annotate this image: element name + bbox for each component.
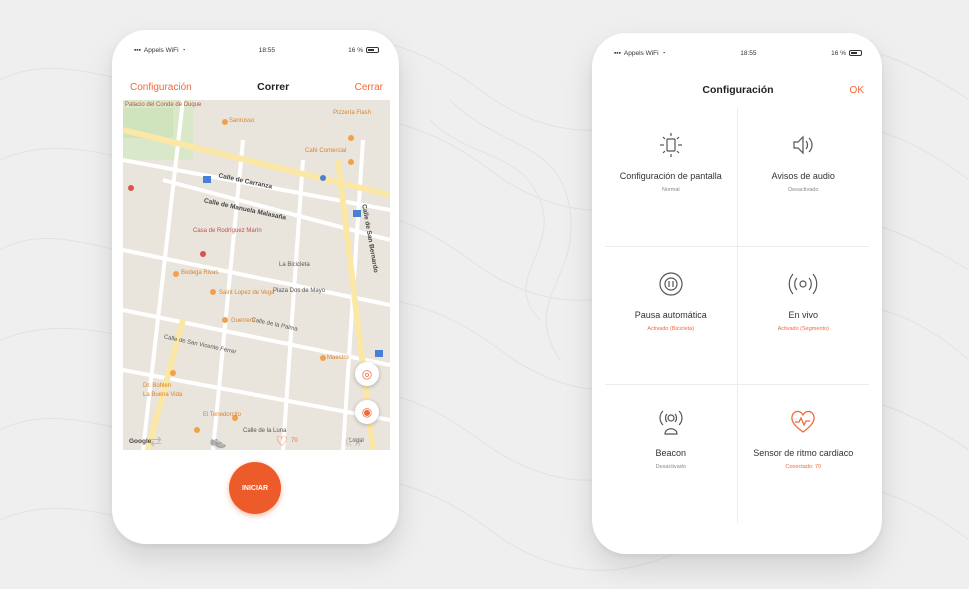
status-bar: ▪▪▪ Appels WiFi ◔ 18:55 16 % bbox=[592, 33, 882, 63]
ok-button[interactable]: OK bbox=[850, 85, 864, 96]
close-link[interactable]: Cerrar bbox=[355, 82, 383, 93]
carrier-label: Appels WiFi bbox=[623, 49, 659, 57]
battery-percent: 16 % bbox=[831, 49, 846, 57]
heart-rate-value: 70 bbox=[291, 438, 298, 444]
speaker-icon bbox=[790, 132, 816, 158]
map-poi-label: Sanrusso bbox=[229, 118, 255, 124]
tile-title: Configuración de pantalla bbox=[619, 171, 722, 181]
map-poi-label: La Bicicleta bbox=[279, 262, 310, 268]
map-poi-label: Pizzería Flash bbox=[333, 110, 372, 116]
clock: 18:55 bbox=[740, 49, 757, 57]
route-icon[interactable]: ⇄ bbox=[150, 433, 162, 450]
status-bar: ▪▪▪ Appels WiFi ◔ 18:55 16 % bbox=[112, 30, 399, 60]
left-phone: ▪▪▪ Appels WiFi ◔ 18:55 16 % Configuraci… bbox=[112, 30, 399, 544]
signal-icon: ▪▪▪ bbox=[614, 49, 621, 57]
screen-settings-tile[interactable]: Configuración de pantalla Normal bbox=[605, 108, 737, 246]
nav-bar: Configuración Correr Cerrar bbox=[112, 76, 399, 98]
map-poi-label: Palacio del Conde de Duque bbox=[125, 102, 202, 108]
tile-title: Beacon bbox=[655, 448, 687, 459]
map-poi-label: Casa de Rodríguez Marín bbox=[193, 228, 262, 234]
audio-alerts-tile[interactable]: Avisos de audio Desactivado bbox=[737, 108, 869, 246]
shoe-icon[interactable]: 👟 bbox=[210, 433, 227, 450]
carrier-label: Appels WiFi bbox=[143, 46, 179, 54]
wifi-icon: ◔ bbox=[181, 46, 186, 54]
map-layers-icon[interactable]: ◉ bbox=[355, 400, 379, 424]
tile-title: Sensor de ritmo cardiaco bbox=[753, 448, 854, 459]
clock: 18:55 bbox=[258, 46, 275, 54]
wifi-icon: ◔ bbox=[661, 49, 666, 57]
heart-rate-sensor-tile[interactable]: Sensor de ritmo cardiaco Conectado: 70 bbox=[737, 385, 869, 523]
broadcast-icon[interactable]: ((•)) bbox=[346, 436, 361, 446]
start-button[interactable]: INICIAR bbox=[229, 462, 281, 514]
tile-subtitle: Activado (Segmento) bbox=[777, 325, 829, 332]
tile-subtitle: Normal bbox=[661, 187, 680, 193]
battery-icon bbox=[366, 47, 379, 53]
map-poi-label: Café Comercial bbox=[305, 148, 347, 154]
map-view[interactable]: Calle de Carranza Calle de Manuela Malas… bbox=[123, 100, 390, 450]
tile-title: Avisos de audio bbox=[771, 171, 835, 181]
tile-subtitle: Conectado: 70 bbox=[785, 464, 822, 471]
tile-subtitle: Desactivado bbox=[788, 187, 819, 193]
settings-grid: Configuración de pantalla Normal Avisos … bbox=[605, 108, 869, 523]
battery-percent: 16 % bbox=[348, 46, 363, 54]
beacon-icon bbox=[656, 409, 686, 435]
map-poi-label: Dr. Bohlen bbox=[143, 383, 172, 389]
map-poi-label: Maestro bbox=[327, 355, 349, 361]
heart-rate-icon[interactable]: ♡ 70 bbox=[275, 433, 297, 450]
map-poi-label: Guerrero bbox=[231, 318, 256, 324]
sensor-tab-row: ⇄ 👟 ♡ 70 ((•)) bbox=[126, 428, 385, 454]
map-poi-label: Plaza Dos de Mayo bbox=[273, 288, 326, 294]
page-title: Configuración bbox=[702, 84, 774, 96]
tile-subtitle: Desactivado bbox=[655, 464, 686, 471]
brightness-icon bbox=[658, 132, 684, 158]
signal-icon: ▪▪▪ bbox=[134, 46, 141, 54]
auto-pause-tile[interactable]: Pausa automática Activado (Bicicleta) bbox=[605, 246, 737, 385]
map-poi-label: El Tenedorcito bbox=[203, 412, 241, 418]
battery-icon bbox=[849, 50, 862, 56]
nav-bar: Configuración OK bbox=[592, 79, 882, 101]
beacon-tile[interactable]: Beacon Desactivado bbox=[605, 385, 737, 523]
tile-title: Pausa automática bbox=[634, 309, 707, 320]
settings-link[interactable]: Configuración bbox=[130, 82, 192, 93]
tile-subtitle: Activado (Bicicleta) bbox=[647, 325, 695, 332]
map-poi-label: Bodega Rivas bbox=[181, 270, 219, 276]
right-phone: ▪▪▪ Appels WiFi ◔ 18:55 16 % Configuraci… bbox=[592, 33, 882, 554]
tile-title: En vivo bbox=[788, 309, 818, 320]
page-title: Correr bbox=[257, 81, 290, 93]
heart-sensor-icon bbox=[789, 409, 817, 435]
locate-icon[interactable]: ◎ bbox=[355, 362, 379, 386]
live-icon bbox=[788, 271, 818, 297]
map-poi-label: Saint Lopez de Vega bbox=[219, 290, 275, 296]
pause-icon bbox=[658, 271, 684, 297]
map-poi-label: La Buena Vida bbox=[143, 392, 183, 398]
live-tile[interactable]: En vivo Activado (Segmento) bbox=[737, 246, 869, 385]
